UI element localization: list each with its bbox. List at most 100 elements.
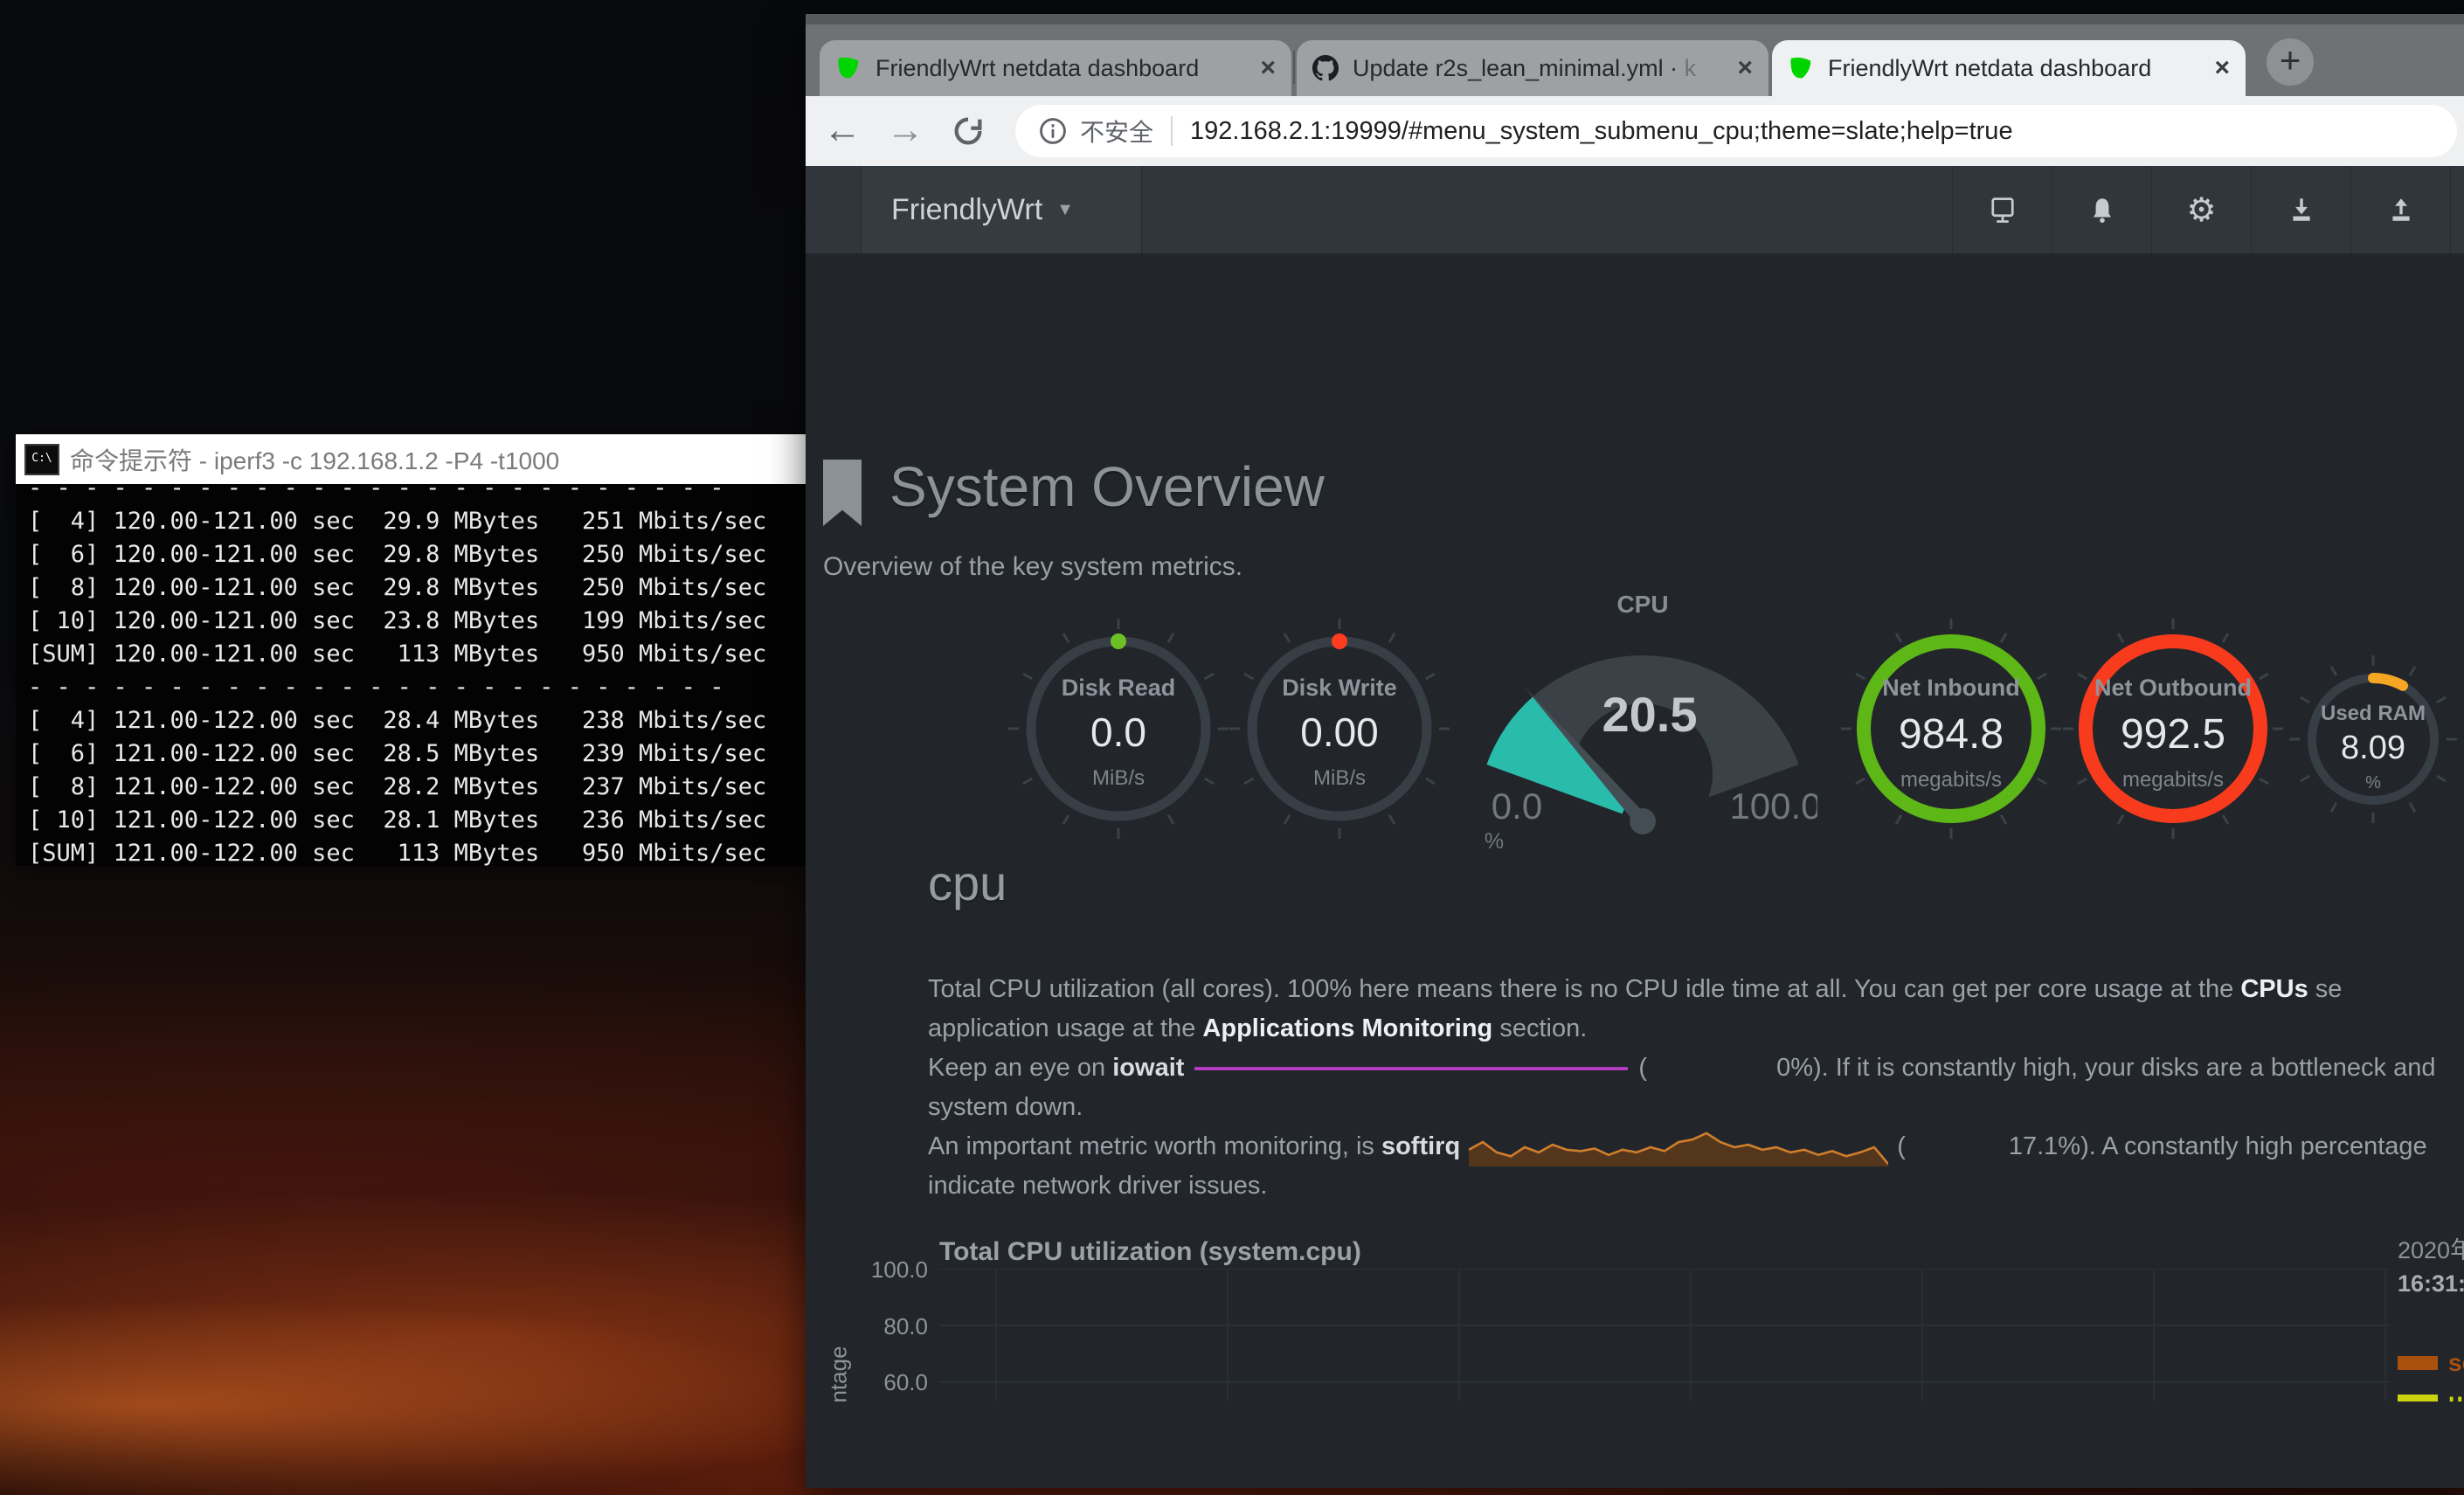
svg-text:20.5: 20.5 (1602, 687, 1698, 742)
netdata-page: FriendlyWrt ▼ ⚙ System Overview Overview… (806, 166, 2464, 1402)
monitor-icon (1987, 194, 2018, 225)
chevron-down-icon: ▼ (1056, 200, 1074, 220)
tab-netdata-1[interactable]: FriendlyWrt netdata dashboard × (820, 40, 1291, 96)
legend-label: softirq (2448, 1349, 2464, 1377)
chart-timestamp: 2020年3 16:31:2 (2398, 1234, 2464, 1300)
terminal-output: - - - - - - - - - - - - - - - - - - - - … (16, 484, 806, 866)
tab-netdata-2-active[interactable]: FriendlyWrt netdata dashboard × (1772, 40, 2246, 96)
netdata-navbar: FriendlyWrt ▼ ⚙ (806, 166, 2464, 253)
export-snapshot-button[interactable] (2350, 166, 2451, 253)
svg-text:984.8: 984.8 (1899, 711, 2004, 758)
tab-close-icon[interactable]: × (1260, 53, 1276, 83)
svg-text:%: % (2365, 773, 2381, 792)
svg-text:megabits/s: megabits/s (1900, 768, 2002, 792)
cpu-desc-line: system down. (928, 1088, 2464, 1127)
svg-text:Disk Write: Disk Write (1282, 675, 1397, 701)
svg-text:MiB/s: MiB/s (1092, 766, 1145, 790)
applications-monitoring-link[interactable]: Applications Monitoring (1202, 1014, 1492, 1042)
svg-text:0.0: 0.0 (1492, 786, 1542, 827)
svg-text:0.00: 0.00 (1300, 709, 1379, 755)
tab-divider (1293, 51, 1295, 84)
print-dashboard-button[interactable] (1952, 166, 2052, 253)
cpu-desc-line: Keep an eye on iowait(0%). If it is cons… (928, 1049, 2464, 1088)
gauge-cpu[interactable]: 20.5 0.0 % 100.0 (1468, 607, 1817, 861)
chart-title: Total CPU utilization (system.cpu) (939, 1237, 1361, 1267)
tab-github[interactable]: Update r2s_lean_minimal.yml · k × (1297, 40, 1768, 96)
import-snapshot-button[interactable] (2251, 166, 2350, 253)
alarms-button[interactable] (2052, 166, 2151, 253)
gauge-net-inbound[interactable]: Net Inbound 984.8 megabits/s (1838, 615, 2065, 842)
browser-window: FriendlyWrt netdata dashboard × Update r… (806, 14, 2464, 1488)
tab-close-icon[interactable]: × (1737, 53, 1753, 83)
cpu-utilization-chart[interactable] (939, 1269, 2390, 1402)
netdata-favicon-icon (835, 55, 862, 81)
disk-write-dot (1332, 633, 1347, 649)
svg-text:Net Inbound: Net Inbound (1882, 675, 2019, 701)
cpu-description: Total CPU utilization (all cores). 100% … (928, 970, 2464, 1206)
chart-legend: softirqusersystemniceiowait (2398, 1344, 2464, 1402)
gauge-used-ram[interactable]: Used RAM 8.09 % (2286, 652, 2461, 827)
cpus-link[interactable]: CPUs (2240, 975, 2308, 1003)
security-label[interactable]: 不安全 (1080, 114, 1153, 149)
info-icon[interactable] (1038, 116, 1068, 146)
legend-item-softirq[interactable]: softirq (2398, 1344, 2464, 1382)
svg-text:100.0: 100.0 (1729, 786, 1817, 827)
download-icon (2287, 194, 2316, 225)
softirq-sparkline[interactable] (1469, 1128, 1888, 1166)
svg-text:8.09: 8.09 (2341, 730, 2405, 766)
y-axis-label: percentage (826, 1316, 853, 1402)
svg-text:Disk Read: Disk Read (1062, 675, 1176, 701)
cpu-desc-line: application usage at the Applications Mo… (928, 1009, 2464, 1049)
forward-button[interactable]: → (881, 107, 930, 156)
host-selector[interactable]: FriendlyWrt ▼ (861, 166, 1142, 253)
address-bar[interactable]: 不安全 192.168.2.1:19999/#menu_system_subme… (1015, 105, 2457, 157)
tab-strip: FriendlyWrt netdata dashboard × Update r… (806, 24, 2464, 96)
settings-button[interactable]: ⚙ (2151, 166, 2251, 253)
github-favicon-icon (1312, 55, 1339, 81)
netdata-favicon-icon (1788, 55, 1814, 81)
legend-swatch (2398, 1356, 2438, 1370)
cpu-desc-line: indicate network driver issues. (928, 1166, 2464, 1206)
terminal-body: - - - - - - - - - - - - - - - - - - - - … (16, 484, 806, 866)
reload-button[interactable] (944, 107, 993, 156)
legend-swatch (2398, 1395, 2438, 1402)
tab-close-icon[interactable]: × (2214, 53, 2230, 83)
svg-text:MiB/s: MiB/s (1313, 766, 1366, 790)
legend-item-user[interactable]: user (2398, 1382, 2464, 1402)
used-ram-arc (2373, 678, 2403, 686)
disk-read-dot (1111, 633, 1126, 649)
legend-label: user (2448, 1388, 2464, 1402)
gauge-net-outbound[interactable]: Net Outbound 992.5 megabits/s (2059, 615, 2287, 842)
url-text[interactable]: 192.168.2.1:19999/#menu_system_submenu_c… (1190, 117, 2013, 146)
gear-icon: ⚙ (2186, 190, 2216, 230)
page-subtitle: Overview of the key system metrics. (823, 552, 1242, 582)
cpu-desc-line: An important metric worth monitoring, is… (928, 1127, 2464, 1166)
svg-text:Used RAM: Used RAM (2321, 702, 2426, 725)
tab-title: FriendlyWrt netdata dashboard (1828, 55, 2202, 82)
back-button[interactable]: ← (818, 107, 867, 156)
tab-title: Update r2s_lean_minimal.yml · k (1353, 55, 1725, 82)
new-tab-button[interactable]: + (2267, 38, 2314, 86)
host-name: FriendlyWrt (891, 193, 1042, 227)
gauge-disk-read[interactable]: Disk Read 0.0 MiB/s (1005, 615, 1232, 842)
gauge-disk-write[interactable]: Disk Write 0.00 MiB/s (1226, 615, 1453, 842)
tab-title: FriendlyWrt netdata dashboard (876, 55, 1248, 82)
bell-icon (2087, 194, 2117, 225)
y-axis-tick: 100.0 (823, 1256, 928, 1284)
svg-text:Net Outbound: Net Outbound (2094, 675, 2252, 701)
window-frame (806, 14, 2464, 24)
iowait-sparkline[interactable] (1193, 1062, 1630, 1075)
browser-toolbar: ← → 不安全 192.168.2.1:19999/#menu_system_s… (806, 96, 2464, 167)
cmd-icon: C:\ (24, 444, 59, 475)
urlbar-divider (1171, 116, 1173, 146)
section-heading-cpu: cpu (928, 855, 1007, 911)
svg-text:megabits/s: megabits/s (2122, 768, 2224, 792)
upload-icon (2386, 194, 2416, 225)
svg-text:992.5: 992.5 (2121, 711, 2225, 758)
bookmark-icon[interactable] (823, 460, 862, 526)
cpu-desc-line: Total CPU utilization (all cores). 100% … (928, 970, 2464, 1009)
terminal-window[interactable]: C:\ 命令提示符 - iperf3 -c 192.168.1.2 -P4 -t… (16, 434, 806, 866)
svg-text:0.0: 0.0 (1090, 709, 1146, 755)
terminal-titlebar[interactable]: C:\ 命令提示符 - iperf3 -c 192.168.1.2 -P4 -t… (16, 434, 806, 484)
svg-text:%: % (1485, 829, 1504, 854)
